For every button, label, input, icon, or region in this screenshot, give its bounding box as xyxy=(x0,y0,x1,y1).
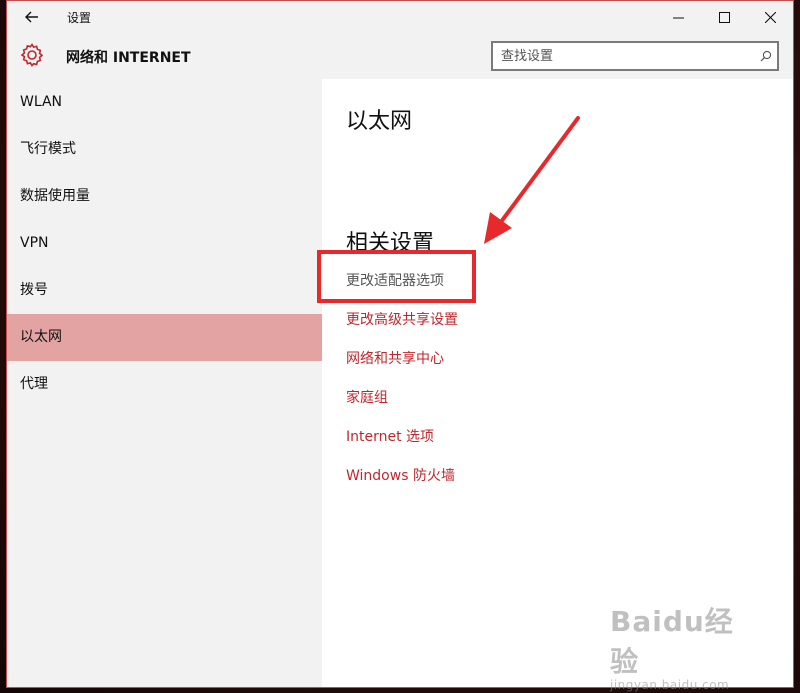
related-links: 更改适配器选项 更改高级共享设置 网络和共享中心 家庭组 Internet 选项… xyxy=(346,271,458,505)
watermark-url: jingyan.baidu.com xyxy=(610,678,730,692)
sidebar-nav: WLAN 飞行模式 数据使用量 VPN 拨号 以太网 代理 xyxy=(7,79,322,687)
gear-icon xyxy=(20,43,44,67)
search-input[interactable] xyxy=(493,44,755,68)
sidebar-item-data-usage[interactable]: 数据使用量 xyxy=(7,173,322,220)
window-title: 设置 xyxy=(67,11,92,25)
advanced-sharing-settings-link[interactable]: 更改高级共享设置 xyxy=(346,310,458,349)
sidebar-item-ethernet[interactable]: 以太网 xyxy=(7,314,322,361)
sidebar-item-vpn[interactable]: VPN xyxy=(7,220,322,267)
watermark: Baidu经验 jingyan.baidu.com xyxy=(610,600,760,692)
sidebar-item-dialup[interactable]: 拨号 xyxy=(7,267,322,314)
maximize-icon xyxy=(718,11,730,23)
internet-options-link[interactable]: Internet 选项 xyxy=(346,427,458,466)
network-sharing-center-link[interactable]: 网络和共享中心 xyxy=(346,349,458,388)
maximize-button[interactable] xyxy=(701,1,747,33)
sidebar-item-airplane-mode[interactable]: 飞行模式 xyxy=(7,126,322,173)
search-icon[interactable] xyxy=(755,45,777,67)
section-header-title: 网络和 INTERNET xyxy=(66,50,191,66)
window-controls xyxy=(655,1,793,33)
sidebar-item-wlan[interactable]: WLAN xyxy=(7,79,322,126)
close-button[interactable] xyxy=(747,1,793,33)
related-settings-heading: 相关设置 xyxy=(346,231,435,256)
windows-firewall-link[interactable]: Windows 防火墙 xyxy=(346,466,458,505)
title-bar: 设置 xyxy=(7,1,793,33)
watermark-logo: Baidu经验 xyxy=(610,605,734,678)
close-icon xyxy=(764,11,776,23)
search-box[interactable] xyxy=(491,41,779,71)
settings-header: 网络和 INTERNET xyxy=(7,33,793,79)
minimize-button[interactable] xyxy=(655,1,701,33)
back-button[interactable] xyxy=(15,5,49,29)
minimize-icon xyxy=(672,17,684,18)
settings-window: 设置 网络和 INTERNET 查找设置 WLAN 飞行模式 数据使用量 VPN… xyxy=(6,0,794,688)
content-pane: 以太网 相关设置 更改适配器选项 更改高级共享设置 网络和共享中心 家庭组 In… xyxy=(322,79,793,687)
page-title: 以太网 xyxy=(346,109,413,134)
change-adapter-options-link[interactable]: 更改适配器选项 xyxy=(346,271,458,310)
homegroup-link[interactable]: 家庭组 xyxy=(346,388,458,427)
sidebar-item-proxy[interactable]: 代理 xyxy=(7,361,322,408)
back-arrow-icon xyxy=(25,11,38,23)
